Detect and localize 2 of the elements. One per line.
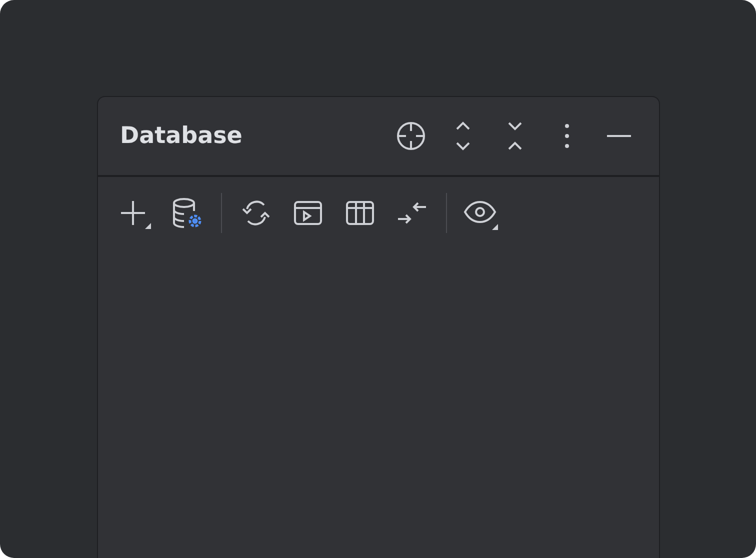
crosshair-icon[interactable] — [395, 120, 427, 152]
panel-title: Database — [120, 123, 242, 149]
